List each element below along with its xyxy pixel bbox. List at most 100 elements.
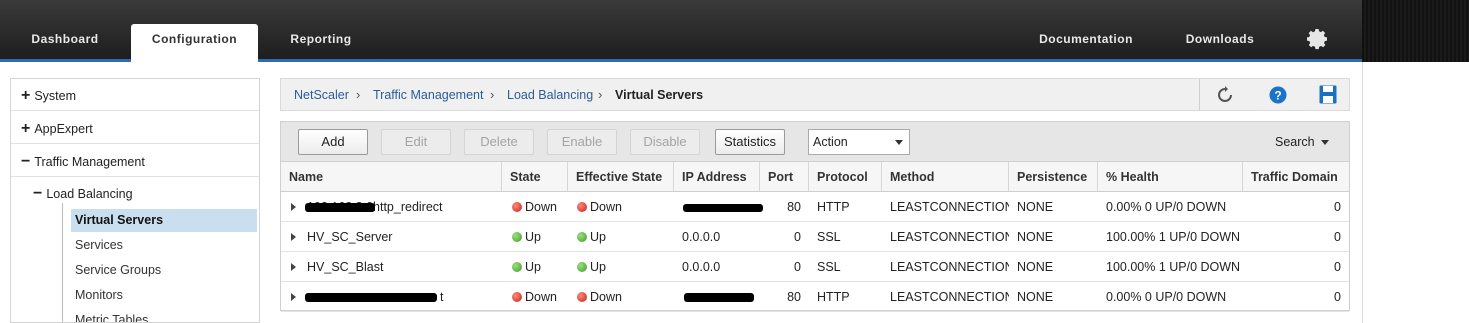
column-header-port[interactable]: Port [760, 162, 809, 192]
column-header-method[interactable]: Method [882, 162, 1009, 192]
cell-effective-state: Up [569, 252, 673, 282]
cell-method: LEASTCONNECTION [890, 200, 1009, 214]
cell-state: Up [504, 252, 568, 282]
delete-button[interactable]: Delete [464, 129, 534, 155]
cell-persistence: NONE [1017, 290, 1054, 304]
cell-name: HV_SC_Blast [307, 260, 384, 274]
sidebar-item-system[interactable]: + System [21, 87, 76, 105]
expand-row-icon[interactable] [291, 263, 296, 271]
sidebar-item-monitors[interactable]: Monitors [75, 288, 123, 302]
column-header-ip-address[interactable]: IP Address [674, 162, 760, 192]
sidebar-item-traffic-management[interactable]: − Traffic Management [21, 153, 145, 171]
tab-dashboard[interactable]: Dashboard [14, 24, 116, 62]
caret-down-icon [1320, 140, 1329, 146]
column-header-name[interactable]: Name [281, 162, 502, 192]
tab-configuration[interactable]: Configuration [131, 24, 258, 63]
sidebar-item-services[interactable]: Services [75, 238, 123, 252]
sidebar-item-appexpert[interactable]: + AppExpert [21, 120, 93, 138]
enable-button[interactable]: Enable [547, 129, 617, 155]
breadcrumb-netscaler[interactable]: NetScaler [294, 88, 349, 102]
table-row[interactable]: HV_SC_Server Up Up 0.0.0.0 0 SSL LEASTCO… [281, 222, 1349, 252]
edit-button[interactable]: Edit [381, 129, 451, 155]
breadcrumb-load-balancing[interactable]: Load Balancing [507, 88, 593, 102]
cell-name: t [440, 290, 444, 304]
sidebar-item-label: AppExpert [34, 122, 93, 136]
status-down-icon [577, 202, 587, 212]
divider [11, 143, 259, 144]
gear-icon[interactable] [1306, 27, 1330, 51]
disable-button[interactable]: Disable [630, 129, 700, 155]
navigation-sidebar: + System + AppExpert − Traffic Management −… [10, 78, 260, 323]
svg-text:?: ? [1274, 89, 1281, 103]
effective-state-text: Up [590, 230, 606, 244]
cell-health: 0.00% 0 UP/0 DOWN [1106, 200, 1227, 214]
save-icon[interactable] [1319, 85, 1337, 104]
status-down-icon [577, 292, 587, 302]
cell-ip-address: 0.0.0.0 [682, 230, 721, 244]
expand-row-icon[interactable] [291, 203, 296, 211]
cell-method: LEASTCONNECTION [890, 230, 1009, 244]
cell-protocol: HTTP [817, 200, 850, 214]
virtual-servers-table: Name State Effective State IP Address Po… [280, 161, 1350, 312]
column-header-traffic-domain[interactable]: Traffic Domain [1243, 162, 1349, 192]
column-header-protocol[interactable]: Protocol [809, 162, 882, 192]
cell-protocol: HTTP [817, 290, 850, 304]
status-up-icon [512, 232, 522, 242]
effective-state-text: Down [590, 290, 622, 304]
sidebar-item-label: Traffic Management [34, 155, 145, 169]
cell-persistence: NONE [1017, 260, 1054, 274]
expand-icon[interactable]: + [21, 120, 30, 137]
redaction-mark [683, 204, 763, 212]
column-header-health[interactable]: % Health [1098, 162, 1243, 192]
expand-icon[interactable]: + [21, 87, 30, 104]
collapse-icon[interactable]: − [33, 185, 42, 202]
sidebar-item-label: System [34, 89, 77, 103]
state-text: Down [525, 290, 557, 304]
sidebar-item-virtual-servers[interactable]: Virtual Servers [75, 213, 163, 227]
cell-protocol: SSL [817, 230, 841, 244]
effective-state-text: Up [590, 260, 606, 274]
cell-state: Up [504, 222, 568, 252]
table-row[interactable]: 192.168.2.0http_redirect Down Down 80 HT… [281, 192, 1349, 222]
search-dropdown[interactable]: Search [1275, 135, 1329, 149]
expand-row-icon[interactable] [291, 233, 296, 241]
state-text: Up [525, 260, 541, 274]
cell-health: 0.00% 0 UP/0 DOWN [1106, 290, 1227, 304]
cell-health: 100.00% 1 UP/0 DOWN [1106, 260, 1241, 274]
sidebar-item-service-groups[interactable]: Service Groups [75, 263, 161, 277]
cell-traffic-domain: 0 [1334, 260, 1341, 274]
cell-traffic-domain: 0 [1334, 200, 1341, 214]
status-up-icon [512, 262, 522, 272]
statistics-button[interactable]: Statistics [715, 129, 785, 155]
cell-state: Down [504, 282, 568, 312]
column-header-state[interactable]: State [502, 162, 568, 192]
action-select[interactable]: Action [808, 129, 910, 155]
cell-persistence: NONE [1017, 230, 1054, 244]
add-button[interactable]: Add [298, 129, 368, 155]
cell-name: HV_SC_Server [307, 230, 393, 244]
column-header-effective-state[interactable]: Effective State [568, 162, 674, 192]
status-down-icon [512, 202, 522, 212]
table-row[interactable]: t Down Down 80 HTTP LEASTCONNECTION NONE… [281, 282, 1349, 312]
status-up-icon [577, 232, 587, 242]
divider [1199, 79, 1200, 110]
chevron-right-icon: › [356, 87, 361, 102]
redaction-mark [684, 293, 754, 302]
help-icon[interactable]: ? [1269, 86, 1287, 104]
column-header-persistence[interactable]: Persistence [1009, 162, 1098, 192]
chevron-right-icon: › [598, 87, 603, 102]
downloads-link[interactable]: Downloads [1175, 24, 1265, 62]
search-label: Search [1275, 135, 1315, 149]
tab-reporting[interactable]: Reporting [272, 24, 370, 62]
cell-traffic-domain: 0 [1334, 230, 1341, 244]
sidebar-item-load-balancing[interactable]: − Load Balancing [33, 185, 133, 203]
documentation-link[interactable]: Documentation [1030, 24, 1142, 62]
table-row[interactable]: HV_SC_Blast Up Up 0.0.0.0 0 SSL LEASTCON… [281, 252, 1349, 282]
collapse-icon[interactable]: − [21, 153, 30, 170]
sidebar-item-metric-tables[interactable]: Metric Tables [75, 313, 148, 322]
breadcrumb-traffic-management[interactable]: Traffic Management [373, 88, 483, 102]
refresh-icon[interactable] [1216, 86, 1234, 104]
cell-state: Down [504, 192, 568, 222]
right-gutter [1362, 62, 1469, 323]
expand-row-icon[interactable] [291, 293, 296, 301]
